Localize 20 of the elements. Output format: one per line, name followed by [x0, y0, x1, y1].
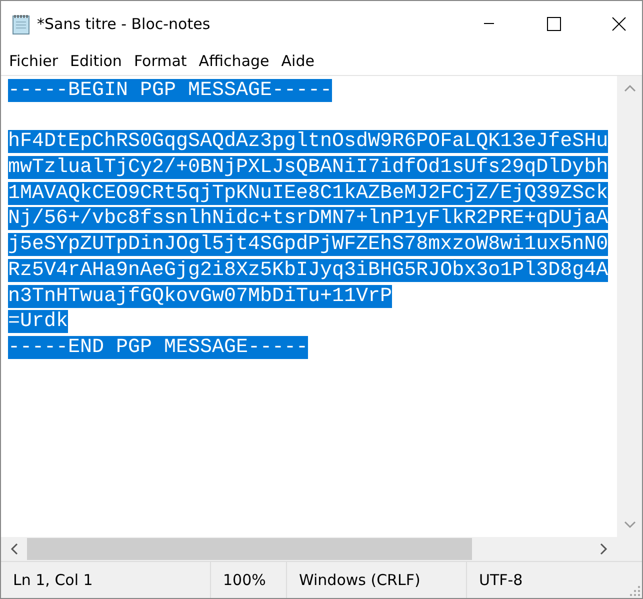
resize-grip-icon[interactable] — [630, 586, 640, 596]
status-text: Ln 1, Col 1 — [1, 562, 211, 598]
menu-item[interactable]: Edition — [64, 52, 128, 70]
menu-item[interactable]: Affichage — [192, 52, 276, 70]
notepad-icon — [11, 12, 31, 34]
minimize-icon — [483, 22, 495, 25]
maximize-icon — [547, 16, 561, 30]
menu-item[interactable]: Fichier — [3, 52, 64, 70]
status-text: UTF-8 — [478, 570, 523, 591]
scroll-up-icon[interactable] — [624, 84, 636, 92]
scroll-down-icon[interactable] — [624, 521, 636, 529]
status-text: 100% — [211, 562, 287, 598]
menu-item[interactable]: Aide — [275, 52, 320, 70]
scroll-left-icon[interactable] — [10, 543, 18, 555]
close-icon — [612, 16, 626, 30]
scroll-right-icon[interactable] — [600, 543, 608, 555]
menu-item[interactable]: Format — [128, 52, 193, 70]
scrollbar-thumb[interactable] — [27, 538, 472, 560]
status-text: Windows (CRLF) — [287, 562, 467, 598]
window-title: *Sans titre - Bloc-notes — [37, 14, 210, 32]
